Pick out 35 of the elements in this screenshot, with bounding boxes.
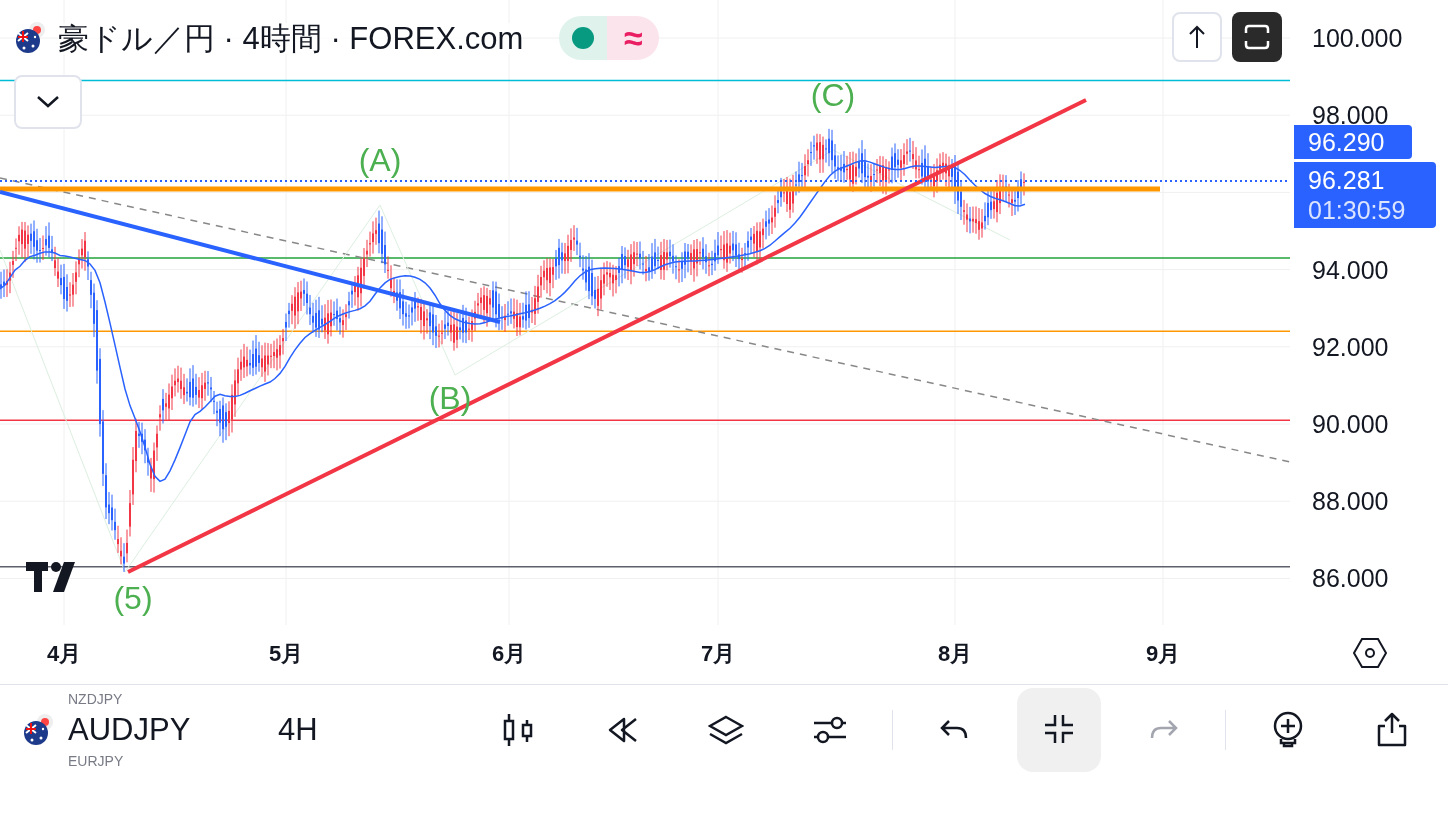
price-label: 86.000 <box>1312 565 1389 591</box>
price-label: 92.000 <box>1312 334 1389 360</box>
collapse-button[interactable] <box>1017 688 1101 772</box>
month-label: 6月 <box>491 643 527 665</box>
fullscreen-button[interactable] <box>1232 12 1282 62</box>
flag-icon <box>22 713 56 747</box>
price-tag: 96.290 <box>1294 125 1412 159</box>
settings-icon[interactable] <box>1352 637 1388 669</box>
arrow-up-icon <box>1188 25 1206 49</box>
month-label: 9月 <box>1145 643 1181 665</box>
symbol-label[interactable]: AUDJPY <box>68 706 258 754</box>
price-label: 94.000 <box>1312 257 1389 283</box>
scroll-up-button[interactable] <box>1172 12 1222 62</box>
price-label: 88.000 <box>1312 488 1389 514</box>
countdown-label: 01:30:59 <box>1308 195 1407 225</box>
symbol-option[interactable]: EURJPY <box>68 754 258 768</box>
month-label: 7月 <box>700 643 736 665</box>
price-tag: 96.281 <box>1308 165 1436 195</box>
symbol-option[interactable]: NZDJPY <box>68 692 258 706</box>
wave-label: (A) <box>358 144 402 176</box>
price-label: 98.000 <box>1312 102 1389 128</box>
chart-title: 豪ドル／円 · 4時間 · FOREX.com <box>58 22 524 54</box>
wave-label: (B) <box>428 382 472 414</box>
wave-status-badge: ≈ <box>607 16 660 60</box>
month-label: 5月 <box>268 643 304 665</box>
chevron-down-icon <box>36 95 60 109</box>
logo-icon <box>26 562 75 592</box>
month-label: 8月 <box>937 643 973 665</box>
price-label: 100.000 <box>1312 25 1403 51</box>
month-label: 4月 <box>46 643 82 665</box>
wave-label: (5) <box>113 582 153 614</box>
price-label: 90.000 <box>1312 411 1389 437</box>
interval-label[interactable]: 4H <box>278 706 318 754</box>
wave-label: (C) <box>810 79 856 111</box>
fullscreen-icon <box>1244 24 1270 50</box>
